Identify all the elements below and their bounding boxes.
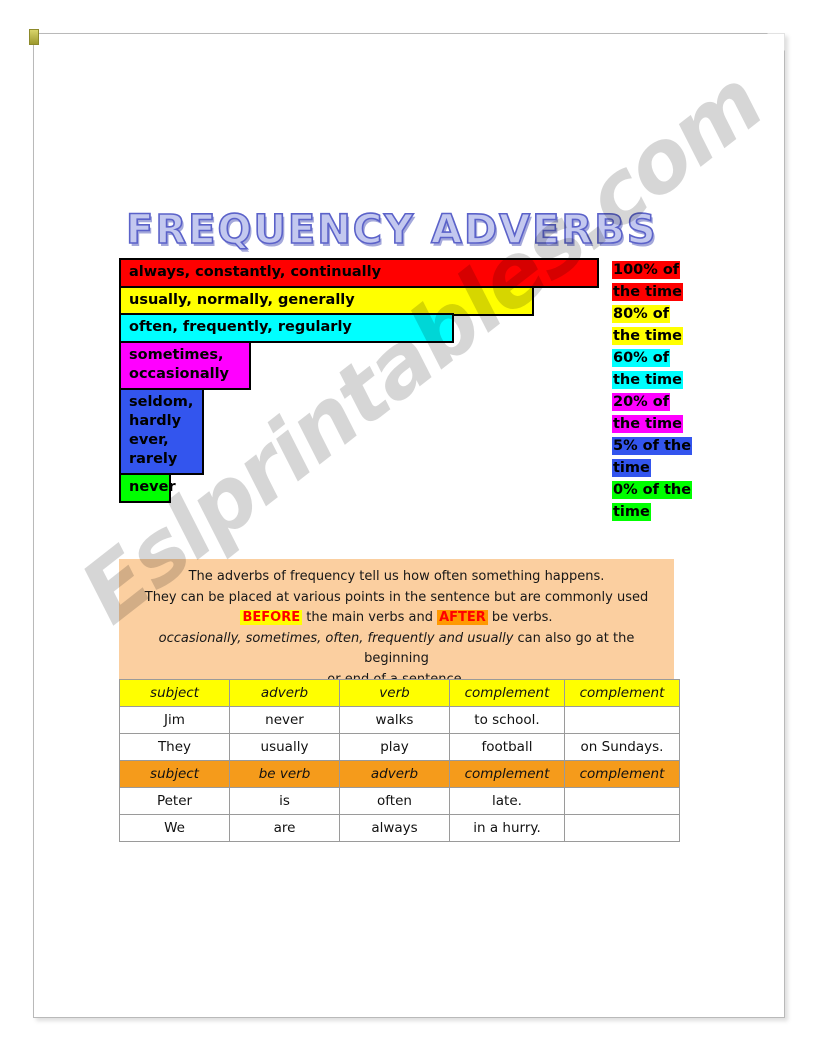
cell-subject: They bbox=[119, 733, 230, 761]
frequency-bar-chart: always, constantly, continually usually,… bbox=[119, 258, 619, 503]
bar-never: never bbox=[119, 472, 176, 503]
bar-label-usually: usually, normally, generally bbox=[129, 291, 355, 308]
worksheet-content: FREQUENCY ADVERBS always, constantly, co… bbox=[34, 34, 786, 1019]
percent-often-line1: 60% of bbox=[612, 349, 671, 368]
bar-sometimes: sometimes, occasionally bbox=[119, 340, 251, 391]
bar-always: always, constantly, continually bbox=[119, 258, 599, 289]
percent-usually-line1: 80% of bbox=[612, 305, 671, 324]
cell-verb: play bbox=[339, 733, 450, 761]
percent-always-line1: 100% of bbox=[612, 261, 681, 279]
percent-never-line2: time bbox=[612, 503, 651, 522]
header-adverb: adverb bbox=[229, 679, 340, 707]
cell-adverb: usually bbox=[229, 733, 340, 761]
percent-usually: 80% of the time bbox=[612, 303, 722, 347]
header-complement-2-be: complement bbox=[564, 760, 680, 788]
table-row: Peter is often late. bbox=[119, 787, 680, 815]
bar-label-sometimes: sometimes, occasionally bbox=[129, 346, 229, 382]
percent-never: 0% of the time bbox=[612, 479, 722, 523]
table-row: Jim never walks to school. bbox=[119, 706, 680, 734]
percent-seldom-line2: time bbox=[612, 459, 651, 478]
bar-label-seldom: seldom, hardly ever, rarely bbox=[129, 393, 194, 467]
header-be-verb: be verb bbox=[229, 760, 340, 788]
cell-subject: Peter bbox=[119, 787, 230, 815]
cell-complement-1: football bbox=[449, 733, 565, 761]
percent-often: 60% of the time bbox=[612, 347, 722, 391]
page-fold-highlight-icon bbox=[766, 34, 784, 52]
cell-complement-2: on Sundays. bbox=[564, 733, 680, 761]
cell-complement-2 bbox=[564, 706, 680, 734]
percent-usually-line2: the time bbox=[612, 327, 683, 346]
header-complement-1-be: complement bbox=[449, 760, 565, 788]
page-corner-marker-icon bbox=[29, 29, 39, 45]
explanation-line-3: BEFORE the main verbs and AFTER be verbs… bbox=[129, 608, 664, 629]
grammar-examples-table: subject adverb verb complement complemen… bbox=[119, 679, 680, 842]
percent-sometimes-line2: the time bbox=[612, 415, 683, 434]
page-title: FREQUENCY ADVERBS bbox=[125, 206, 658, 254]
explanation-line-1: The adverbs of frequency tell us how oft… bbox=[188, 569, 605, 584]
bar-label-often: often, frequently, regularly bbox=[129, 319, 352, 336]
cell-be-verb: is bbox=[229, 787, 340, 815]
bar-label-always: always, constantly, continually bbox=[129, 264, 382, 280]
cell-verb: walks bbox=[339, 706, 450, 734]
cell-subject: Jim bbox=[119, 706, 230, 734]
percent-seldom-line1: 5% of the bbox=[612, 437, 693, 456]
percent-always-line2: the time bbox=[612, 283, 683, 302]
cell-complement-1: late. bbox=[449, 787, 565, 815]
explanation-adverb-list: occasionally, sometimes, often, frequent… bbox=[158, 630, 514, 646]
percent-seldom: 5% of the time bbox=[612, 435, 722, 479]
bar-label-never: never bbox=[129, 478, 176, 495]
percent-always: 100% of the time bbox=[612, 259, 722, 303]
highlight-after: AFTER bbox=[437, 610, 488, 626]
cell-complement-1: in a hurry. bbox=[449, 814, 565, 842]
table-header-main: subject adverb verb complement complemen… bbox=[119, 679, 680, 707]
highlight-before: BEFORE bbox=[240, 610, 303, 626]
cell-be-verb: are bbox=[229, 814, 340, 842]
percent-never-line1: 0% of the bbox=[612, 481, 693, 500]
percent-sometimes-line1: 20% of bbox=[612, 393, 671, 412]
table-header-be-verb: subject be verb adverb complement comple… bbox=[119, 760, 680, 788]
header-complement-1: complement bbox=[449, 679, 565, 707]
worksheet-page: Eslprintables.com FREQUENCY ADVERBS alwa… bbox=[29, 29, 786, 1019]
header-subject: subject bbox=[119, 679, 230, 707]
cell-subject: We bbox=[119, 814, 230, 842]
explanation-line-2: They can be placed at various points in … bbox=[144, 589, 649, 605]
header-subject-be: subject bbox=[119, 760, 230, 788]
explanation-line-3-end: be verbs. bbox=[487, 610, 553, 626]
bar-usually: usually, normally, generally bbox=[119, 285, 534, 316]
bar-often: often, frequently, regularly bbox=[119, 313, 454, 344]
explanation-line-4: occasionally, sometimes, often, frequent… bbox=[129, 629, 664, 670]
percent-often-line2: the time bbox=[612, 371, 683, 390]
bar-seldom: seldom, hardly ever, rarely bbox=[119, 387, 204, 476]
cell-adverb: always bbox=[339, 814, 450, 842]
header-verb: verb bbox=[339, 679, 450, 707]
cell-adverb: never bbox=[229, 706, 340, 734]
cell-adverb: often bbox=[339, 787, 450, 815]
percent-sometimes: 20% of the time bbox=[612, 391, 722, 435]
explanation-line-3-mid: the main verbs and bbox=[302, 610, 438, 626]
cell-complement-1: to school. bbox=[449, 706, 565, 734]
header-complement-2: complement bbox=[564, 679, 680, 707]
header-adverb-be: adverb bbox=[339, 760, 450, 788]
percentage-scale: 100% of the time 80% of the time 60% of the… bbox=[612, 259, 722, 523]
table-row: We are always in a hurry. bbox=[119, 814, 680, 842]
cell-complement-2 bbox=[564, 787, 680, 815]
table-row: They usually play football on Sundays. bbox=[119, 733, 680, 761]
cell-complement-2 bbox=[564, 814, 680, 842]
